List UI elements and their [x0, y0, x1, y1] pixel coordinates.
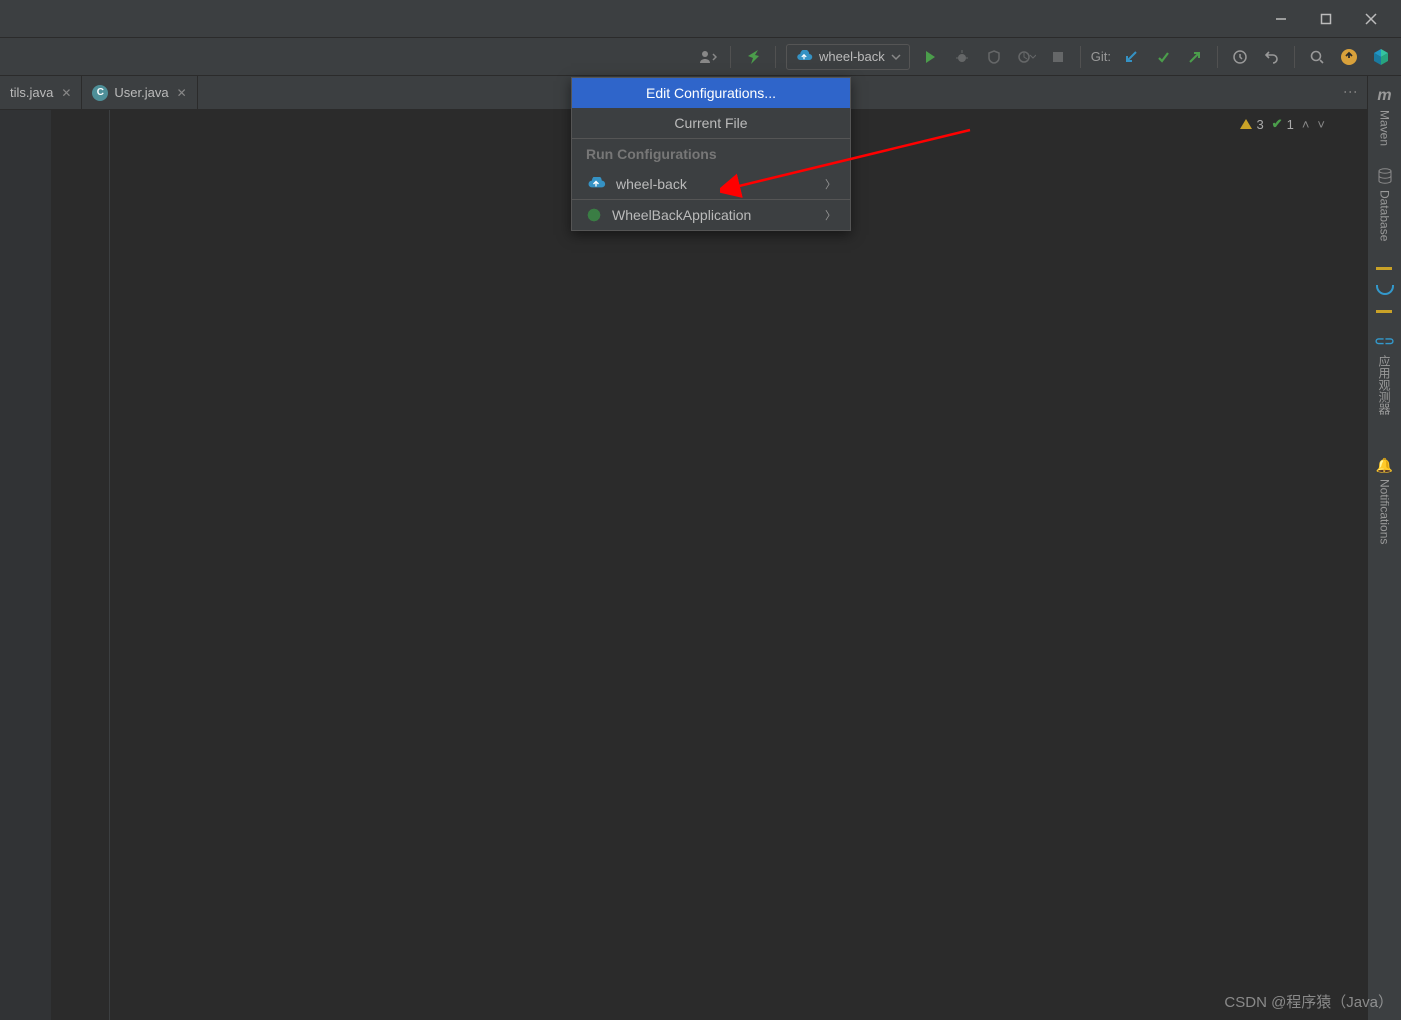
debug-button[interactable]	[948, 44, 976, 70]
chevron-up-icon[interactable]: ˄	[1302, 117, 1310, 132]
git-push-icon[interactable]	[1181, 44, 1209, 70]
run-config-label: wheel-back	[819, 49, 885, 64]
editor-tab[interactable]: C User.java ✕	[82, 76, 197, 109]
stop-button[interactable]	[1044, 44, 1072, 70]
pass-count[interactable]: ✔ 1	[1272, 116, 1294, 132]
watermark-text: CSDN @程序猿（Java）	[1224, 991, 1393, 1012]
history-icon[interactable]	[1226, 44, 1254, 70]
warnings-count[interactable]: 3	[1240, 117, 1263, 132]
spring-boot-icon	[586, 207, 602, 223]
maven-tool[interactable]: m Maven	[1377, 82, 1393, 152]
coverage-mark[interactable]	[1376, 285, 1394, 295]
tab-options-icon[interactable]: ⋮	[1343, 85, 1359, 100]
maven-icon: m	[1377, 88, 1393, 104]
database-tool[interactable]: Database	[1377, 162, 1393, 247]
build-icon[interactable]	[739, 44, 767, 70]
maximize-button[interactable]	[1303, 4, 1348, 34]
cloud-icon	[586, 177, 606, 191]
bell-icon: 🔔	[1377, 457, 1393, 473]
chevron-right-icon: 〉	[825, 207, 836, 223]
chevron-down-icon	[891, 52, 901, 62]
notifications-tool[interactable]: 🔔 Notifications	[1377, 451, 1393, 550]
app-observer-icon: ⊂⊃	[1377, 333, 1393, 349]
code-with-me-icon[interactable]	[694, 44, 722, 70]
tab-label: tils.java	[10, 85, 53, 100]
git-update-icon[interactable]	[1117, 44, 1145, 70]
run-button[interactable]	[916, 44, 944, 70]
minimize-button[interactable]	[1258, 4, 1303, 34]
run-config-section-header: Run Configurations	[572, 138, 850, 169]
warning-mark[interactable]	[1376, 310, 1392, 313]
class-icon: C	[92, 85, 108, 101]
close-icon[interactable]: ✕	[177, 86, 187, 100]
inspection-summary[interactable]: 3 ✔ 1 ˄ ˅	[1240, 116, 1325, 132]
main-toolbar: wheel-back Git:	[0, 38, 1401, 76]
coverage-button[interactable]	[980, 44, 1008, 70]
search-icon[interactable]	[1303, 44, 1331, 70]
run-config-selector[interactable]: wheel-back	[786, 44, 910, 70]
close-window-button[interactable]	[1348, 4, 1393, 34]
chevron-down-icon[interactable]: ˅	[1317, 117, 1325, 132]
run-config-item-wheelbackapplication[interactable]: WheelBackApplication 〉	[572, 200, 850, 230]
editor-tab[interactable]: tils.java ✕	[0, 76, 82, 109]
check-icon: ✔	[1272, 116, 1283, 132]
editor-area: 3 ✔ 1 ˄ ˅	[0, 110, 1367, 1020]
edit-configurations-item[interactable]: Edit Configurations...	[572, 78, 850, 108]
run-config-item-wheel-back[interactable]: wheel-back 〉	[572, 169, 850, 199]
right-tool-sidebar: m Maven Database ⊂⊃ 应用观测器 🔔 Notification…	[1367, 76, 1401, 1020]
inspection-stripe	[1376, 267, 1394, 313]
database-icon	[1377, 168, 1393, 184]
rollback-icon[interactable]	[1258, 44, 1286, 70]
cloud-icon	[795, 50, 813, 64]
window-titlebar	[0, 0, 1401, 38]
current-file-item[interactable]: Current File	[572, 108, 850, 138]
chevron-right-icon: 〉	[825, 176, 836, 192]
git-label: Git:	[1087, 49, 1115, 64]
app-observer-tool[interactable]: ⊂⊃ 应用观测器	[1376, 327, 1393, 421]
run-config-dropdown: Edit Configurations... Current File Run …	[571, 77, 851, 231]
profile-button[interactable]	[1012, 44, 1040, 70]
ide-update-icon[interactable]	[1335, 44, 1363, 70]
warning-icon	[1240, 119, 1252, 129]
jetbrains-toolbox-icon[interactable]	[1367, 44, 1395, 70]
line-gutter	[0, 110, 52, 1020]
code-editor[interactable]: 3 ✔ 1 ˄ ˅	[110, 110, 1367, 1020]
close-icon[interactable]: ✕	[61, 86, 71, 100]
warning-mark[interactable]	[1376, 267, 1392, 270]
git-commit-icon[interactable]	[1149, 44, 1177, 70]
tab-label: User.java	[114, 85, 168, 100]
folding-gutter	[52, 110, 110, 1020]
